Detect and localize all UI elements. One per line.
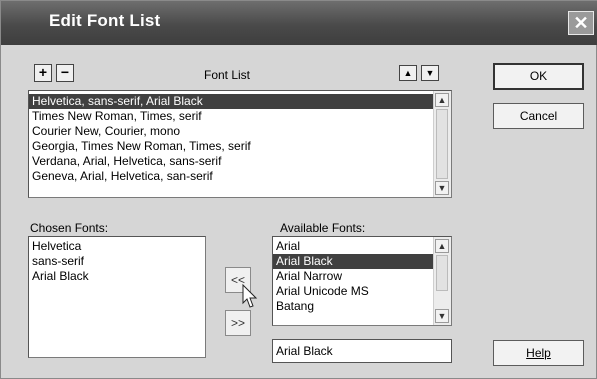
font-list-item[interactable]: Verdana, Arial, Helvetica, sans-serif [29,154,451,169]
scroll-down-button[interactable]: ▼ [435,181,449,195]
chosen-font-item[interactable]: sans-serif [29,254,205,269]
font-list-item[interactable]: Geneva, Arial, Helvetica, san-serif [29,169,451,184]
help-button[interactable]: Help [493,340,584,366]
scroll-down-icon: ▼ [437,183,447,193]
available-font-item[interactable]: Batang [273,299,451,314]
available-font-item[interactable]: Arial Black [273,254,451,269]
font-list-label: Font List [204,68,251,82]
move-down-button[interactable]: ▼ [421,65,439,81]
font-list-item[interactable]: Helvetica, sans-serif, Arial Black [29,94,451,109]
mouse-cursor-icon [242,284,258,308]
scroll-down-button[interactable]: ▼ [435,309,449,323]
scroll-thumb[interactable] [436,255,448,291]
scroll-up-icon: ▲ [437,95,447,105]
arrow-down-icon: ▼ [425,68,435,78]
available-fonts-label: Available Fonts: [280,221,366,235]
scroll-up-icon: ▲ [437,241,447,251]
cancel-button[interactable]: Cancel [493,103,584,129]
close-icon: ✕ [573,13,589,33]
chosen-fonts-label: Chosen Fonts: [30,221,109,235]
remove-from-chosen-button[interactable]: >> [225,310,251,336]
scroll-up-button[interactable]: ▲ [435,239,449,253]
available-font-item[interactable]: Arial Narrow [273,269,451,284]
font-list-item[interactable]: Times New Roman, Times, serif [29,109,451,124]
available-font-item[interactable]: Arial Unicode MS [273,284,451,299]
dialog-title: Edit Font List [49,11,161,30]
edit-font-list-dialog: Edit Font List ✕ + − Font List ▲ ▼ Helve… [0,0,597,379]
font-name-input[interactable]: Arial Black [272,339,452,363]
font-list-item[interactable]: Courier New, Courier, mono [29,124,451,139]
font-list-scrollbar[interactable]: ▲ ▼ [433,91,451,197]
font-list-item[interactable]: Georgia, Times New Roman, Times, serif [29,139,451,154]
arrow-up-icon: ▲ [403,68,413,78]
title-bar[interactable]: Edit Font List ✕ [1,1,597,45]
scroll-thumb[interactable] [436,109,448,179]
available-fonts-scrollbar[interactable]: ▲ ▼ [433,237,451,325]
chosen-font-item[interactable]: Arial Black [29,269,205,284]
available-fonts-list[interactable]: Arial Arial Black Arial Narrow Arial Uni… [272,236,452,326]
font-list[interactable]: Helvetica, sans-serif, Arial Black Times… [28,90,452,198]
ok-button[interactable]: OK [493,63,584,90]
chosen-fonts-list[interactable]: Helvetica sans-serif Arial Black [28,236,206,358]
available-font-item[interactable]: Arial [273,239,451,254]
scroll-up-button[interactable]: ▲ [435,93,449,107]
close-button[interactable]: ✕ [568,11,594,35]
move-up-button[interactable]: ▲ [399,65,417,81]
add-font-button[interactable]: + [34,64,52,82]
chosen-font-item[interactable]: Helvetica [29,239,205,254]
remove-font-button[interactable]: − [56,64,74,82]
scroll-down-icon: ▼ [437,311,447,321]
